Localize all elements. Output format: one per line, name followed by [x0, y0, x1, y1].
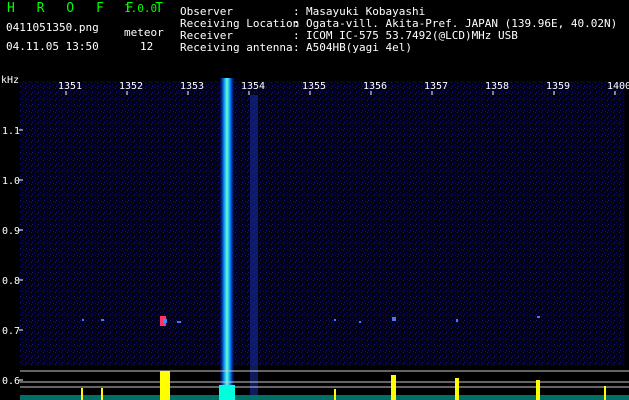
- histogram-spike: [334, 389, 336, 400]
- histogram-spike: [455, 378, 459, 400]
- x-tick-label: 1352: [119, 81, 143, 92]
- meteor-echo: [82, 319, 84, 321]
- x-tick-label: 1359: [546, 81, 570, 92]
- meteor-count: 12: [140, 40, 154, 53]
- spectrogram-plot: kHz 1351 1352 1353 1354 1355 1356 1357 1358 1359…: [1, 75, 629, 400]
- echo-column: [219, 78, 235, 400]
- meteor-echo: [456, 319, 458, 322]
- y-tick-labels: 1.1 1.0 0.9 0.8 0.7 0.6: [2, 126, 23, 387]
- x-tick-label: 1355: [302, 81, 326, 92]
- y-tick-label: 0.6: [2, 376, 20, 387]
- x-tick-label: 1356: [363, 81, 387, 92]
- meteor-label: meteor: [124, 26, 164, 39]
- noise-field: [20, 81, 625, 366]
- antenna-sep: :: [293, 41, 300, 54]
- meteor-echo: [101, 319, 104, 321]
- meteor-echo: [359, 321, 361, 323]
- file-datetime: 04.11.05 13:50: [6, 40, 99, 53]
- echo-column-faint: [250, 95, 258, 395]
- y-tick-label: 1.1: [2, 126, 20, 137]
- histogram-spike: [81, 388, 83, 400]
- meteor-echo: [392, 317, 396, 321]
- antenna-key: Receiving antenna: [180, 41, 293, 54]
- histogram-spike: [160, 371, 170, 400]
- x-tick-label: 1357: [424, 81, 448, 92]
- meteor-echo-cluster: [160, 316, 167, 326]
- file-name: 0411051350.png: [6, 21, 99, 34]
- histogram-spike: [219, 385, 235, 400]
- y-tick-label: 0.9: [2, 226, 20, 237]
- histogram-spike: [101, 388, 103, 400]
- antenna-value: A504HB(yagi 4el): [306, 41, 412, 54]
- activity-histogram: [20, 371, 629, 400]
- meteor-echo: [163, 319, 167, 323]
- y-tick-label: 0.8: [2, 276, 20, 287]
- x-tick-label: 1400: [607, 81, 629, 92]
- app-version: 1.0.0: [124, 2, 158, 15]
- x-tick-label: 1353: [180, 81, 204, 92]
- histogram-spike: [391, 375, 396, 400]
- histogram-spike: [536, 380, 540, 400]
- x-tick-label: 1354: [241, 81, 265, 92]
- x-tick-label: 1358: [485, 81, 509, 92]
- meteor-echo: [537, 316, 540, 318]
- meteor-echo: [177, 321, 181, 323]
- y-unit-label: kHz: [1, 75, 19, 86]
- y-tick-label: 0.7: [2, 326, 20, 337]
- x-tick-label: 1351: [58, 81, 82, 92]
- y-tick-label: 1.0: [2, 176, 20, 187]
- histogram-spike: [604, 386, 606, 400]
- meteor-echo: [334, 319, 336, 321]
